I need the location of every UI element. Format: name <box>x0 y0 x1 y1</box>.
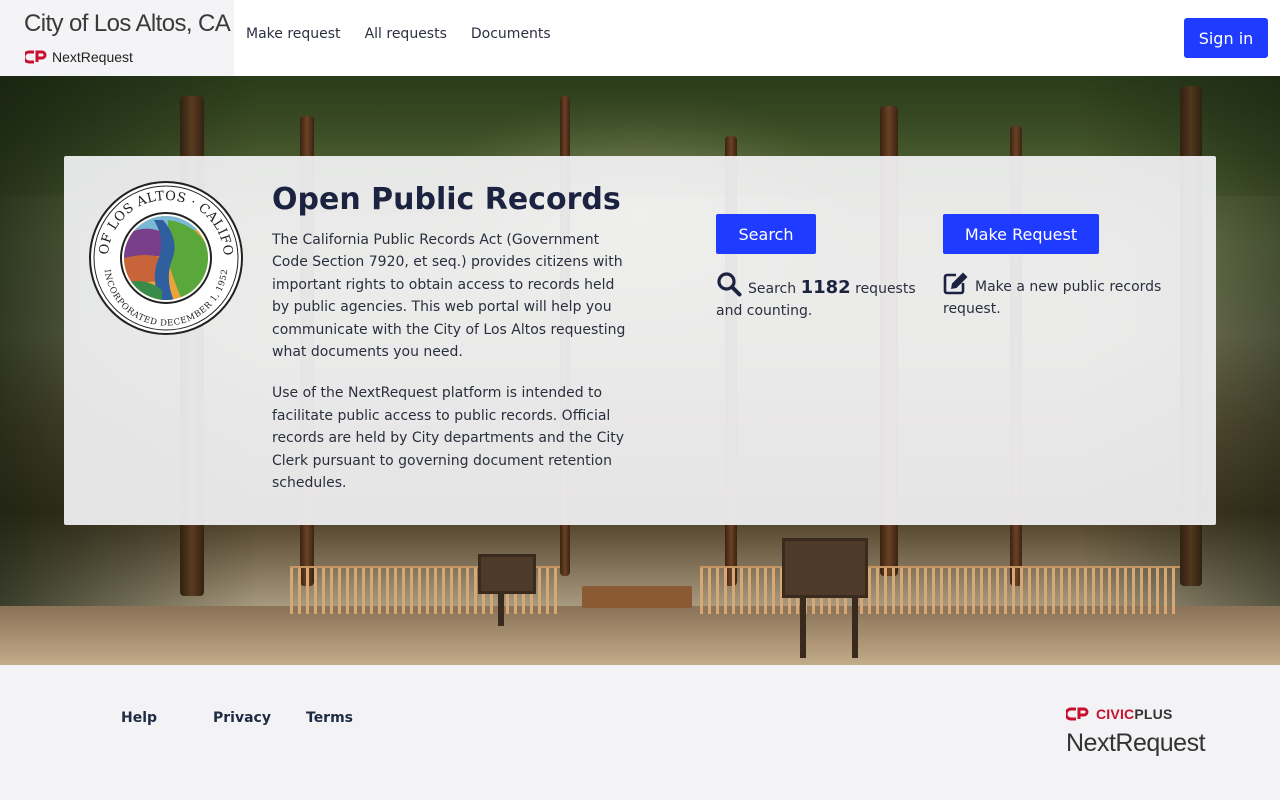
civicplus-mark-icon <box>1066 707 1089 721</box>
make-request-button[interactable]: Make Request <box>943 214 1099 254</box>
sign-post <box>852 588 858 658</box>
wooden-fence <box>700 566 1180 614</box>
park-bench <box>582 586 692 608</box>
footer-privacy-link[interactable]: Privacy <box>213 710 271 726</box>
top-header: City of Los Altos, CA NextRequest Make r… <box>0 0 1280 76</box>
search-summary: Search 1182 requests and counting. <box>716 271 916 322</box>
civicplus-word-plus: PLUS <box>1134 706 1173 722</box>
nextrequest-logo-text: NextRequest <box>52 49 133 65</box>
page-title: Open Public Records <box>272 182 621 217</box>
edit-icon <box>943 272 968 295</box>
city-seal-icon: CITY OF LOS ALTOS · CALIFORNIA INCORPORA… <box>88 180 243 335</box>
civicplus-logo: CIVICPLUS <box>1066 706 1172 722</box>
footer-help-link[interactable]: Help <box>121 710 157 726</box>
intro-paragraph-1: The California Public Records Act (Gover… <box>272 232 626 361</box>
civicplus-wordmark: CIVICPLUS <box>1096 706 1172 722</box>
nextrequest-logo: NextRequest <box>25 49 133 65</box>
city-name[interactable]: City of Los Altos, CA <box>24 10 231 38</box>
nav-all-requests[interactable]: All requests <box>365 26 447 42</box>
sign-in-button[interactable]: Sign in <box>1184 18 1268 58</box>
search-icon <box>717 272 742 297</box>
make-request-summary: Make a new public records request. <box>943 271 1173 320</box>
park-sign <box>782 538 868 598</box>
records-card: CITY OF LOS ALTOS · CALIFORNIA INCORPORA… <box>64 156 1216 525</box>
request-count: 1182 <box>800 277 851 298</box>
search-text-before: Search <box>748 281 801 297</box>
brand-block[interactable]: City of Los Altos, CA NextRequest <box>0 0 234 76</box>
civicplus-word-civic: CIVIC <box>1096 706 1135 722</box>
search-button[interactable]: Search <box>716 214 816 254</box>
nav-documents[interactable]: Documents <box>471 26 551 42</box>
footer-terms-link[interactable]: Terms <box>306 710 353 726</box>
sign-post <box>800 588 806 658</box>
park-sign <box>478 554 536 594</box>
path-ground <box>0 606 1280 665</box>
make-request-text: Make a new public records request. <box>943 279 1162 317</box>
intro-paragraph-2: Use of the NextRequest platform is inten… <box>272 385 625 492</box>
footer: Help Privacy Terms CIVICPLUS NextRequest <box>0 665 1280 800</box>
civicplus-mark-icon <box>25 50 47 64</box>
nextrequest-wordmark: NextRequest <box>1066 729 1206 757</box>
intro-text: The California Public Records Act (Gover… <box>272 229 628 494</box>
main-nav: Make request All requests Documents <box>246 26 551 42</box>
hero-background: CITY OF LOS ALTOS · CALIFORNIA INCORPORA… <box>0 76 1280 665</box>
nav-make-request[interactable]: Make request <box>246 26 341 42</box>
